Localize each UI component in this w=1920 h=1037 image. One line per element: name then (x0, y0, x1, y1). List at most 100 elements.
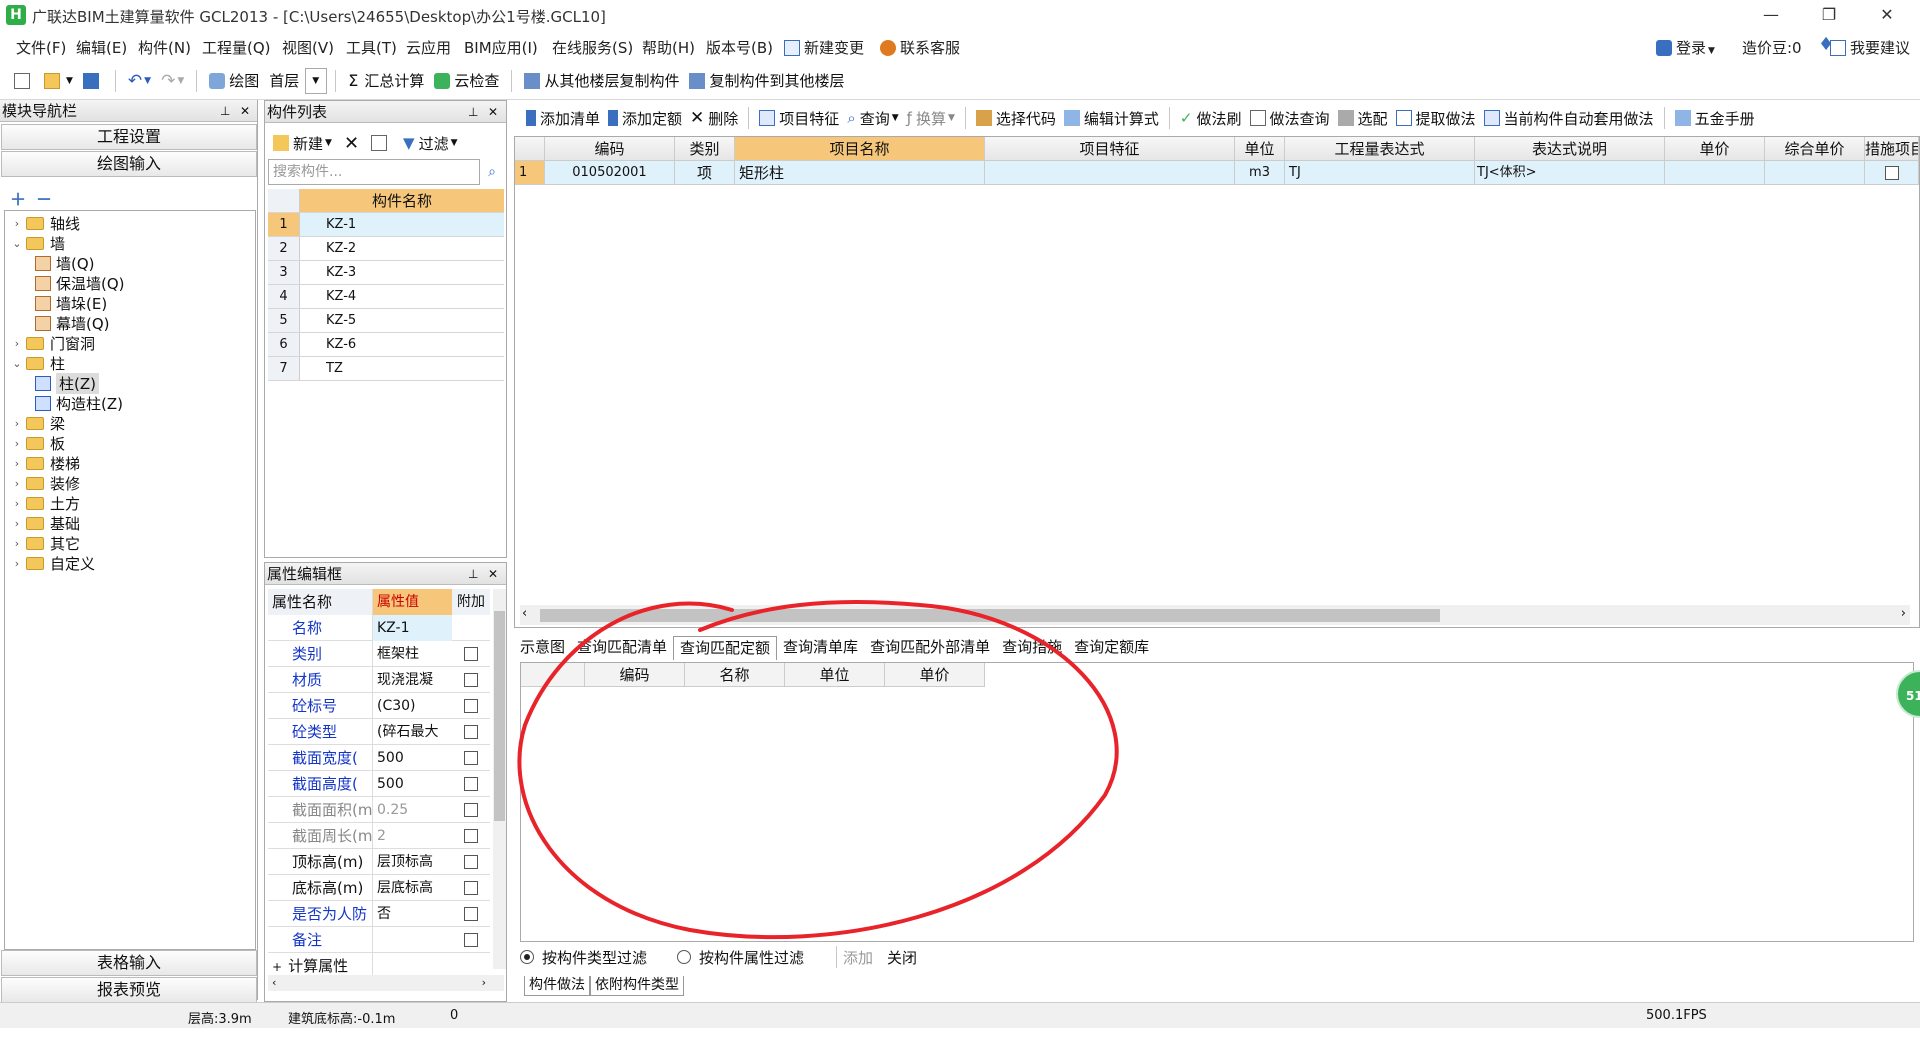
item-features-button[interactable]: 项目特征 (755, 104, 843, 132)
search-icon[interactable]: ⌕ (481, 159, 503, 185)
col-category-header[interactable]: 类别 (675, 137, 735, 161)
property-value[interactable]: (C30) (372, 692, 452, 719)
component-row[interactable]: 3 KZ-3 (268, 261, 504, 285)
property-value[interactable]: 500 (372, 744, 452, 771)
col-expr-desc-header[interactable]: 表达式说明 (1475, 137, 1665, 161)
cell-unit[interactable]: m3 (1235, 161, 1285, 185)
property-value[interactable]: 2 (372, 822, 452, 849)
floor-select[interactable]: 首层 (265, 67, 303, 95)
extra-checkbox[interactable] (464, 880, 478, 895)
tree-item[interactable]: › 基础 (11, 513, 80, 533)
cell-expr-desc[interactable]: TJ<体积> (1475, 161, 1665, 185)
property-value[interactable]: 层底标高 (372, 874, 452, 901)
restore-button[interactable]: ❐ (1806, 3, 1852, 27)
col-code-header[interactable]: 编码 (545, 137, 675, 161)
add-quota-button[interactable]: 添加定额 (604, 104, 686, 132)
chevron-right-icon[interactable]: › (11, 437, 23, 450)
filter-by-type-label[interactable]: 按构件类型过滤 (542, 947, 647, 968)
drawing-input-button[interactable]: 绘图输入 (1, 151, 257, 177)
extra-checkbox[interactable] (464, 776, 478, 791)
redo-button[interactable]: ↷ ▼ (157, 67, 188, 95)
property-row[interactable]: 截面周长(m 2 (268, 822, 490, 849)
close-icon[interactable]: ✕ (240, 100, 250, 122)
query-button[interactable]: ⌕ 查询 ▼ (843, 104, 902, 132)
menu-tools[interactable]: 工具(T) (346, 37, 397, 58)
cell-features[interactable] (985, 161, 1235, 185)
floor-dropdown[interactable]: ▼ (305, 67, 328, 94)
property-value[interactable]: 0.25 (372, 796, 452, 823)
property-row[interactable]: 名称 KZ-1 (268, 614, 490, 641)
menu-cloud[interactable]: 云应用 (406, 37, 451, 58)
extra-checkbox[interactable] (464, 854, 478, 869)
extra-checkbox[interactable] (464, 698, 478, 713)
component-row[interactable]: 4 KZ-4 (268, 285, 504, 309)
menu-view[interactable]: 视图(V) (282, 37, 334, 58)
cost-beans[interactable]: 造价豆:0 (1742, 37, 1802, 58)
project-settings-button[interactable]: 工程设置 (1, 124, 257, 150)
tree-item[interactable]: › 门窗洞 (11, 333, 95, 353)
property-row[interactable]: 砼类型 (碎石最大 (268, 718, 490, 745)
col-comp-price-header[interactable]: 综合单价 (1765, 137, 1865, 161)
property-row[interactable]: 截面高度(500 (268, 770, 490, 797)
tree-item[interactable]: 柱(Z) (35, 372, 99, 394)
extra-checkbox[interactable] (464, 724, 478, 739)
filter-by-type-radio[interactable] (520, 950, 534, 964)
menu-version[interactable]: 版本号(B) (706, 37, 773, 58)
pin-icon[interactable]: ⊥ (220, 100, 230, 122)
col-features-header[interactable]: 项目特征 (985, 137, 1235, 161)
copy-from-floor-button[interactable]: 从其他楼层复制构件 (520, 67, 683, 95)
auto-apply-button[interactable]: 当前构件自动套用做法 (1480, 104, 1658, 132)
component-search-input[interactable]: 搜索构件... (268, 159, 480, 185)
tree-item[interactable]: › 梁 (11, 413, 65, 433)
tab-attached-types[interactable]: 依附构件类型 (590, 976, 684, 996)
chevron-right-icon[interactable]: › (11, 217, 23, 230)
match-button[interactable]: 选配 (1334, 104, 1392, 132)
open-button[interactable]: ▼ (40, 67, 77, 95)
component-row[interactable]: 7 TZ (268, 357, 504, 381)
property-value[interactable]: 现浇混凝 (372, 666, 452, 693)
chevron-right-icon[interactable]: › (11, 497, 23, 510)
tree-item[interactable]: ⌄ 柱 (11, 353, 65, 373)
property-value[interactable]: 否 (372, 900, 452, 927)
scroll-right-icon[interactable]: › (1901, 606, 1906, 621)
close-icon[interactable]: ✕ (488, 563, 498, 585)
tree-item[interactable]: › 板 (11, 433, 65, 453)
save-button[interactable] (79, 67, 107, 95)
draw-button[interactable]: 绘图 (205, 67, 263, 95)
grid-row[interactable]: 1 010502001 项 矩形柱 m3 TJ TJ<体积> (515, 161, 1919, 185)
property-value[interactable]: (碎石最大 (372, 718, 452, 745)
property-value[interactable] (372, 926, 452, 953)
add-button[interactable]: 添加 (843, 947, 873, 968)
extra-checkbox[interactable] (464, 932, 478, 947)
cell-measure[interactable] (1865, 161, 1919, 185)
copy-to-floor-button[interactable]: 复制构件到其他楼层 (685, 67, 848, 95)
filter-by-attr-label[interactable]: 按构件属性过滤 (699, 947, 804, 968)
property-value[interactable]: 框架柱 (372, 640, 452, 667)
col-item-name-header[interactable]: 项目名称 (735, 137, 985, 161)
convert-button[interactable]: ƒ 换算 ▼ (903, 104, 959, 132)
cloud-check-button[interactable]: 云检查 (430, 67, 503, 95)
extra-checkbox[interactable] (464, 672, 478, 687)
cell-category[interactable]: 项 (675, 161, 735, 185)
tree-item[interactable]: 幕墙(Q) (35, 313, 110, 333)
component-row[interactable]: 5 KZ-5 (268, 309, 504, 333)
tree-item[interactable]: 保温墙(Q) (35, 273, 125, 293)
extra-checkbox[interactable] (464, 906, 478, 921)
chevron-right-icon[interactable]: › (11, 537, 23, 550)
add-list-button[interactable]: 添加清单 (522, 104, 604, 132)
extra-checkbox[interactable] (464, 750, 478, 765)
property-hscroll[interactable]: ‹ › (268, 975, 504, 991)
pin-icon[interactable]: ⊥ (468, 563, 478, 585)
chevron-right-icon[interactable]: › (11, 337, 23, 350)
expand-all-icon[interactable]: ＋ (10, 186, 26, 210)
method-brush-button[interactable]: ✓ 做法刷 (1176, 104, 1246, 132)
collapse-all-icon[interactable]: － (36, 186, 52, 210)
menu-component[interactable]: 构件(N) (138, 37, 191, 58)
tree-item[interactable]: › 轴线 (11, 213, 80, 233)
close-button[interactable]: 关闭 (887, 947, 917, 968)
property-row[interactable]: 是否为人防否 (268, 900, 490, 927)
menu-online[interactable]: 在线服务(S) (552, 37, 633, 58)
login-button[interactable]: 登录 ▼ (1656, 37, 1715, 58)
cell-expression[interactable]: TJ (1285, 161, 1475, 185)
chevron-down-icon[interactable]: ⌄ (11, 237, 23, 250)
